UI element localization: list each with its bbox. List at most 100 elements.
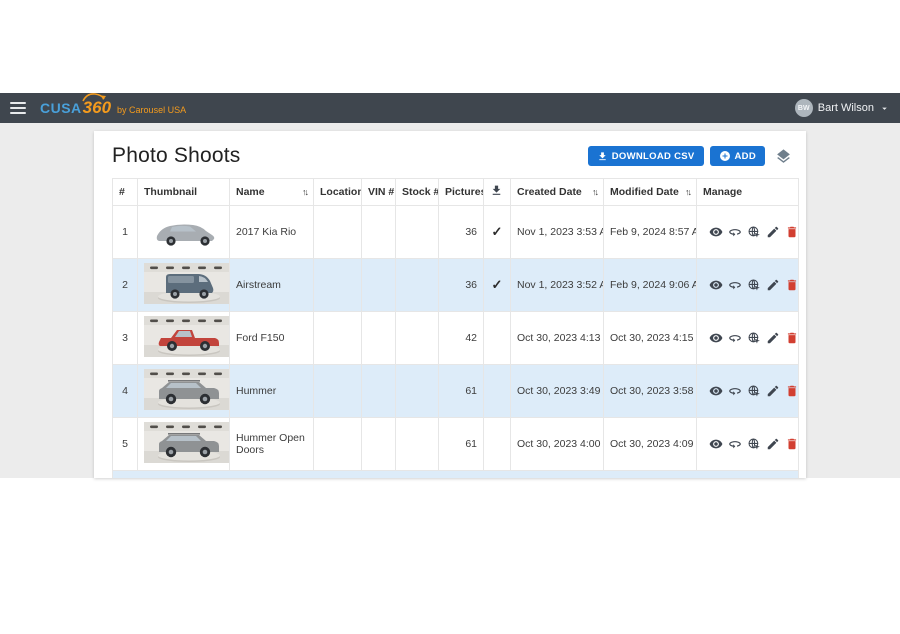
sort-created-icon[interactable]: ↑↓ [590,187,597,197]
shoot-location [314,259,362,312]
view-icon[interactable] [709,225,723,239]
edit-icon[interactable] [766,278,780,292]
created-date: Nov 1, 2023 3:52 AM [511,259,604,312]
manage-cell [697,206,799,259]
manage-cell [697,259,799,312]
modified-date: Feb 9, 2024 8:57 AM [604,206,697,259]
shoot-location [314,418,362,471]
pictures-count: 42 [439,312,484,365]
app-logo[interactable]: CUSA 360 by Carousel USA [40,98,186,118]
avatar: BW [795,99,813,117]
shoot-stock [396,418,439,471]
download-csv-button[interactable]: DOWNLOAD CSV [588,146,704,166]
shoot-vin [362,418,396,471]
view-icon[interactable] [709,437,723,451]
edit-icon[interactable] [766,384,780,398]
edit-icon[interactable] [766,331,780,345]
view-icon[interactable] [709,384,723,398]
shoot-vin [362,259,396,312]
photo-shoots-table: # Thumbnail Name↑↓ Location VIN # Stock … [112,178,799,478]
delete-icon[interactable] [785,437,799,451]
rotate-360-icon[interactable] [728,225,742,239]
user-menu[interactable]: BW Bart Wilson [795,99,890,117]
shoot-vin [362,206,396,259]
shoot-stock [396,312,439,365]
downloaded-check: ✓ [484,259,511,312]
header-created-date: Created Date↑↓ [511,179,604,206]
view-icon[interactable] [709,331,723,345]
shoot-name: Hummer Open Doors [230,418,314,471]
shoot-location [314,206,362,259]
header-stock: Stock # [396,179,439,206]
delete-icon[interactable] [785,225,799,239]
row-number: 3 [113,312,138,365]
manage-cell [697,365,799,418]
delete-icon[interactable] [785,384,799,398]
publish-globe-icon[interactable] [747,278,761,292]
modified-date: Oct 30, 2023 3:58 AM [604,365,697,418]
header-vin: VIN # [362,179,396,206]
downloaded-check: ✓ [484,206,511,259]
photo-shoots-table-body: 1 2017 Kia Rio36✓Nov 1, 2023 3:53 AMFeb … [113,206,799,479]
header-name: Name↑↓ [230,179,314,206]
header-location: Location [314,179,362,206]
layers-button[interactable] [771,148,796,165]
pictures-count: 61 [439,365,484,418]
table-row-partial [113,471,799,479]
edit-icon[interactable] [766,225,780,239]
download-tray-icon [490,184,503,197]
add-circle-icon [719,150,731,162]
publish-globe-icon[interactable] [747,437,761,451]
edit-icon[interactable] [766,437,780,451]
table-header-row: # Thumbnail Name↑↓ Location VIN # Stock … [113,179,799,206]
chevron-down-icon [879,103,890,114]
rotate-360-icon[interactable] [728,331,742,345]
top-navbar: CUSA 360 by Carousel USA BW Bart Wilson [0,93,900,123]
row-number: 4 [113,365,138,418]
rotate-360-icon[interactable] [728,437,742,451]
header-downloaded [484,179,511,206]
vehicle-thumbnail[interactable] [144,210,230,251]
vehicle-thumbnail[interactable] [144,422,230,463]
delete-icon[interactable] [785,331,799,345]
shoot-name: 2017 Kia Rio [230,206,314,259]
modified-date: Oct 30, 2023 4:15 AM [604,312,697,365]
menu-icon[interactable] [10,102,26,114]
header-manage: Manage [697,179,799,206]
pictures-count: 36 [439,259,484,312]
add-button[interactable]: ADD [710,146,765,166]
downloaded-check [484,365,511,418]
vehicle-thumbnail[interactable] [144,369,230,410]
publish-globe-icon[interactable] [747,331,761,345]
layers-icon [775,148,792,165]
vehicle-thumbnail[interactable] [144,316,230,357]
rotate-360-icon[interactable] [728,278,742,292]
table-row: 1 2017 Kia Rio36✓Nov 1, 2023 3:53 AMFeb … [113,206,799,259]
modified-date: Feb 9, 2024 9:06 AM [604,259,697,312]
sort-name-icon[interactable]: ↑↓ [300,187,307,197]
manage-cell [697,312,799,365]
vehicle-thumbnail[interactable] [144,263,230,304]
logo-byline: by Carousel USA [117,105,186,115]
table-row: 2 Airstream36✓Nov 1, 2023 3:52 AMFeb 9, … [113,259,799,312]
delete-icon[interactable] [785,278,799,292]
modified-date: Oct 30, 2023 4:09 AM [604,418,697,471]
rotate-360-icon[interactable] [728,384,742,398]
download-icon [597,151,608,162]
downloaded-check [484,312,511,365]
shoot-vin [362,365,396,418]
shoot-name: Ford F150 [230,312,314,365]
publish-globe-icon[interactable] [747,384,761,398]
view-icon[interactable] [709,278,723,292]
created-date: Oct 30, 2023 4:13 AM [511,312,604,365]
pictures-count: 36 [439,206,484,259]
sort-modified-icon[interactable]: ↑↓ [683,187,690,197]
user-name: Bart Wilson [818,102,874,114]
manage-cell [697,418,799,471]
logo-cusa-text: CUSA [40,100,82,116]
created-date: Oct 30, 2023 3:49 AM [511,365,604,418]
publish-globe-icon[interactable] [747,225,761,239]
created-date: Oct 30, 2023 4:00 AM [511,418,604,471]
shoot-location [314,312,362,365]
shoot-stock [396,365,439,418]
